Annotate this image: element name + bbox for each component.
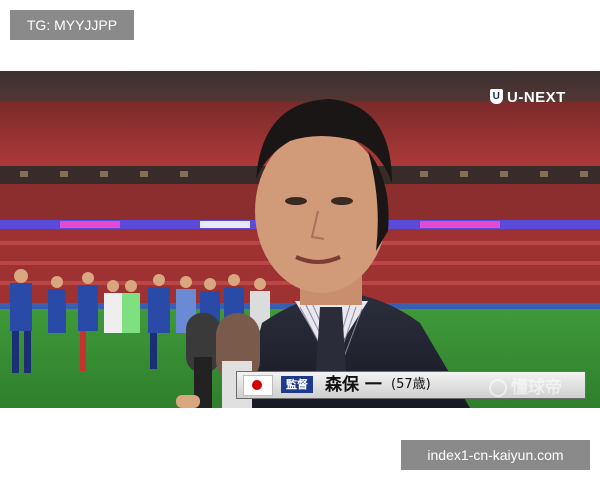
stadium-scene <box>0 71 600 408</box>
bottom-watermark: index1-cn-kaiyun.com <box>401 440 590 470</box>
broadcaster-name: U-NEXT <box>507 89 566 106</box>
japan-flag-icon <box>243 375 273 396</box>
football-icon <box>489 379 507 397</box>
person-name: 森保 一 <box>325 375 382 395</box>
corner-watermark: 懂球帝 <box>489 378 562 398</box>
role-badge: 監督 <box>281 376 313 393</box>
interview-video-frame <box>0 71 600 408</box>
broadcaster-logo: U U-NEXT <box>490 89 566 107</box>
person-age: (57歳) <box>391 377 431 392</box>
corner-watermark-text: 懂球帝 <box>511 378 562 398</box>
shield-icon: U <box>490 89 503 104</box>
top-watermark: TG: MYYJJPP <box>10 10 134 40</box>
